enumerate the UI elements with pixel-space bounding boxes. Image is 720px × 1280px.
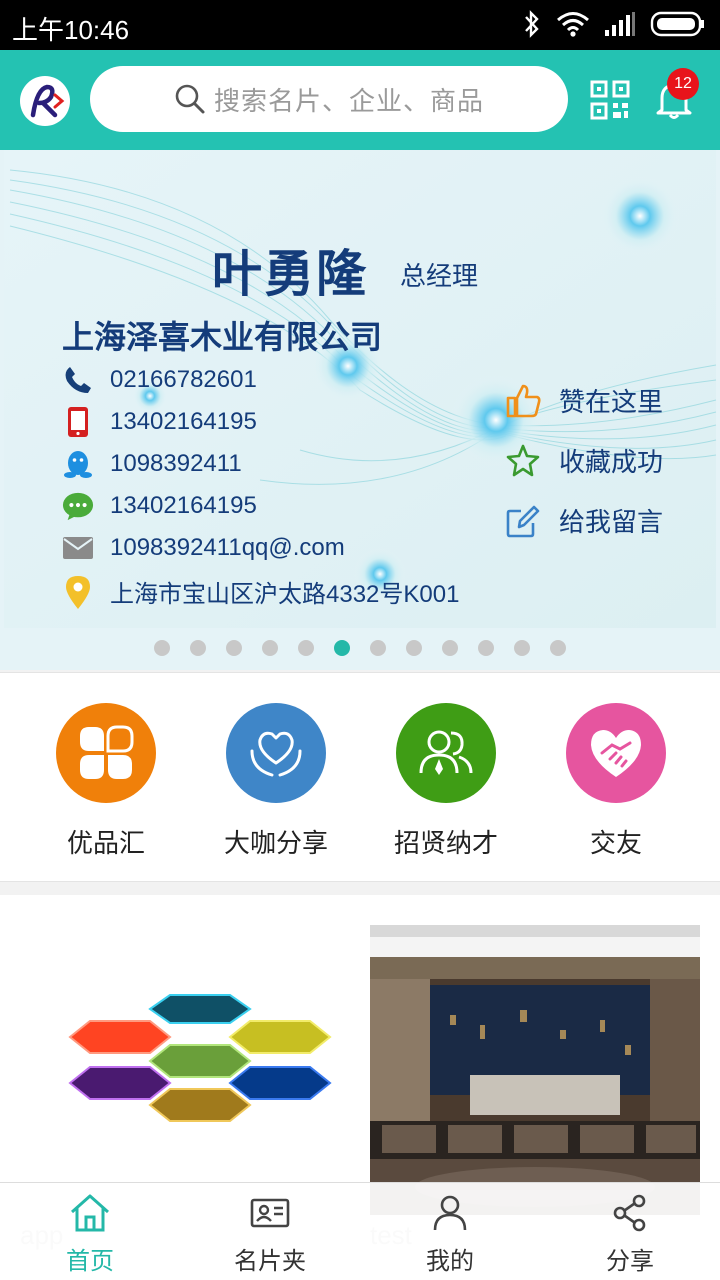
quick-label-friends: 交友 [589, 829, 642, 859]
star-icon [506, 444, 540, 476]
nav-mine[interactable]: 我的 [360, 1183, 540, 1280]
hexagon-graphic [68, 994, 332, 1122]
quick-item-recruit[interactable]: 招贤纳才 [361, 703, 531, 860]
status-bar: 上午10:46 [0, 0, 720, 50]
wechat-icon [62, 492, 94, 521]
nav-cardholder-label: 名片夹 [234, 1247, 306, 1275]
contact-address-value: 上海市宝山区沪太路4332号K001 [110, 581, 460, 608]
signal-icon [605, 12, 635, 36]
carousel-dot[interactable] [370, 640, 386, 656]
contact-email[interactable]: 1098392411qq@.com [62, 532, 345, 564]
carousel-dot[interactable] [226, 640, 242, 656]
logo-icon [30, 84, 65, 118]
room-photo [370, 925, 700, 1215]
quick-label-youpinhui: 优品汇 [66, 829, 145, 859]
thumbs-up-icon [506, 384, 541, 417]
carousel-dot[interactable] [154, 640, 170, 656]
quick-item-friends[interactable]: 交友 [531, 703, 701, 860]
mail-icon [63, 537, 93, 559]
qq-icon [64, 451, 92, 478]
quick-circle-youpinhui [56, 703, 156, 803]
status-icons [522, 10, 706, 38]
nav-share[interactable]: 分享 [540, 1183, 720, 1280]
favorite-action[interactable]: 收藏成功 [505, 442, 663, 479]
handshake-heart-icon [591, 730, 641, 777]
search-icon [175, 84, 205, 114]
app-screen: 上午10:46 搜索名片、企业、商品 12 叶勇隆 总经理 上海泽喜木业有限公司… [0, 0, 720, 1280]
quick-menu: 优品汇 大咖分享 招贤纳才 交友 [0, 672, 720, 882]
quick-circle-recruit [396, 703, 496, 803]
card-person-title: 总经理 [400, 262, 479, 292]
contact-phone[interactable]: 02166782601 [62, 364, 257, 396]
card-company-name: 上海泽喜木业有限公司 [62, 318, 383, 356]
status-time: 上午10:46 [12, 15, 130, 45]
favorite-action-label: 收藏成功 [559, 448, 664, 478]
carousel-pagination[interactable] [0, 640, 720, 660]
product-card-test[interactable] [370, 925, 700, 1215]
carousel-dot[interactable] [514, 640, 530, 656]
like-action-label: 赞在这里 [559, 388, 664, 418]
product-card-app[interactable] [60, 975, 350, 1155]
heart-hands-icon [250, 731, 302, 777]
bluetooth-icon [525, 10, 539, 38]
nav-home[interactable]: 首页 [0, 1183, 180, 1280]
battery-icon [650, 11, 704, 37]
search-placeholder: 搜索名片、企业、商品 [213, 86, 484, 117]
notification-badge: 12 [667, 68, 699, 100]
contact-mobile[interactable]: 13402164195 [62, 406, 257, 438]
message-action[interactable]: 给我留言 [505, 502, 663, 539]
like-action[interactable]: 赞在这里 [505, 382, 663, 419]
edit-icon [506, 505, 540, 537]
card-person-name: 叶勇隆 [212, 245, 368, 303]
card-holder-icon [250, 1198, 290, 1228]
carousel-dot[interactable] [478, 640, 494, 656]
top-header: 搜索名片、企业、商品 [0, 50, 720, 150]
home-icon [71, 1194, 109, 1232]
mobile-icon [68, 407, 88, 437]
quick-label-share: 大咖分享 [223, 829, 328, 859]
carousel-dot[interactable] [334, 640, 350, 656]
people-icon [419, 730, 473, 775]
contact-mobile-value: 13402164195 [110, 408, 257, 435]
quick-item-youpinhui[interactable]: 优品汇 [21, 703, 191, 860]
contact-email-value: 1098392411qq@.com [110, 534, 345, 561]
location-icon [66, 575, 90, 609]
bottom-navigation: 首页 名片夹 我的 分享 [0, 1182, 720, 1280]
quick-circle-share [226, 703, 326, 803]
nav-cardholder[interactable]: 名片夹 [180, 1183, 360, 1280]
contact-phone-value: 02166782601 [110, 366, 257, 393]
phone-icon [65, 367, 91, 393]
qr-code-icon[interactable] [590, 80, 630, 120]
carousel-dot[interactable] [262, 640, 278, 656]
app-logo[interactable] [20, 76, 70, 126]
contact-wechat-value: 13402164195 [110, 492, 257, 519]
quick-item-share[interactable]: 大咖分享 [191, 703, 361, 860]
share-icon [613, 1194, 646, 1232]
wifi-icon [557, 12, 589, 37]
quick-label-recruit: 招贤纳才 [393, 829, 498, 859]
carousel-dot[interactable] [298, 640, 314, 656]
carousel-dot[interactable] [190, 640, 206, 656]
contact-address[interactable]: 上海市宝山区沪太路4332号K001 [62, 574, 459, 609]
carousel-dot[interactable] [406, 640, 422, 656]
message-action-label: 给我留言 [559, 508, 664, 538]
user-icon [433, 1195, 467, 1231]
clover-icon [80, 725, 134, 779]
contact-qq[interactable]: 1098392411 [62, 448, 242, 480]
nav-share-label: 分享 [606, 1247, 654, 1275]
carousel-dot[interactable] [442, 640, 458, 656]
nav-home-label: 首页 [66, 1247, 114, 1275]
carousel-dot[interactable] [550, 640, 566, 656]
nav-mine-label: 我的 [426, 1247, 474, 1275]
contact-qq-value: 1098392411 [110, 450, 242, 477]
contact-wechat[interactable]: 13402164195 [62, 490, 257, 522]
search-input[interactable]: 搜索名片、企业、商品 [90, 66, 568, 132]
business-card-carousel[interactable]: 叶勇隆 总经理 上海泽喜木业有限公司 02166782601 134021641… [0, 150, 720, 670]
quick-circle-friends [566, 703, 666, 803]
